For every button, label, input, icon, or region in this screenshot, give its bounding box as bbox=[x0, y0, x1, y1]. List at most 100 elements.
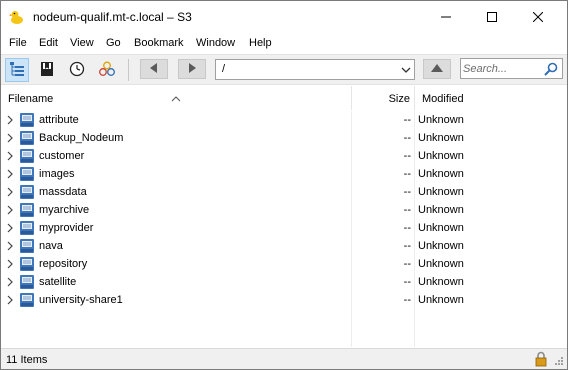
minimize-button[interactable] bbox=[423, 1, 469, 33]
file-size: -- bbox=[403, 186, 411, 198]
column-filename[interactable]: Filename bbox=[1, 86, 351, 110]
toolbar-separator bbox=[128, 59, 129, 81]
bonjour-button[interactable] bbox=[95, 58, 119, 82]
file-size: -- bbox=[403, 258, 411, 270]
search-icon[interactable] bbox=[544, 62, 558, 79]
table-row[interactable]: satellite -- Unknown bbox=[1, 273, 567, 291]
menu-bar: File Edit View Go Bookmark Window Help bbox=[1, 35, 567, 53]
forward-arrow-icon bbox=[187, 62, 197, 76]
bucket-folder-icon bbox=[19, 292, 35, 308]
chevron-right-icon[interactable] bbox=[5, 186, 15, 198]
file-size: -- bbox=[403, 222, 411, 234]
bucket-folder-icon bbox=[19, 256, 35, 272]
chevron-right-icon[interactable] bbox=[5, 222, 15, 234]
file-modified: Unknown bbox=[418, 186, 464, 198]
browser-view-button[interactable] bbox=[5, 58, 29, 82]
table-row[interactable]: Backup_Nodeum -- Unknown bbox=[1, 129, 567, 147]
file-size: -- bbox=[403, 204, 411, 216]
chevron-right-icon[interactable] bbox=[5, 258, 15, 270]
back-button[interactable] bbox=[140, 59, 168, 79]
file-modified: Unknown bbox=[418, 150, 464, 162]
chevron-right-icon[interactable] bbox=[5, 204, 15, 216]
resize-grip-icon[interactable] bbox=[554, 356, 564, 369]
toolbar: / bbox=[1, 54, 567, 85]
table-row[interactable]: images -- Unknown bbox=[1, 165, 567, 183]
chevron-down-icon bbox=[401, 65, 411, 77]
path-value: / bbox=[222, 63, 226, 75]
maximize-button[interactable] bbox=[469, 1, 515, 33]
window-title: nodeum-qualif.mt-c.local – S3 bbox=[33, 10, 192, 24]
lock-icon[interactable] bbox=[533, 351, 549, 370]
search-input[interactable] bbox=[463, 61, 541, 76]
item-count: 11 Items bbox=[6, 354, 48, 366]
chevron-right-icon[interactable] bbox=[5, 240, 15, 252]
file-name: attribute bbox=[39, 114, 79, 126]
title-bar[interactable]: nodeum-qualif.mt-c.local – S3 bbox=[1, 1, 567, 33]
file-modified: Unknown bbox=[418, 294, 464, 306]
chevron-right-icon[interactable] bbox=[5, 294, 15, 306]
menu-bookmark[interactable]: Bookmark bbox=[134, 37, 184, 49]
table-row[interactable]: customer -- Unknown bbox=[1, 147, 567, 165]
column-size-label: Size bbox=[388, 93, 410, 105]
table-row[interactable]: repository -- Unknown bbox=[1, 255, 567, 273]
column-modified[interactable]: Modified bbox=[415, 86, 567, 110]
bonjour-network-icon bbox=[98, 61, 116, 80]
table-row[interactable]: myarchive -- Unknown bbox=[1, 201, 567, 219]
chevron-right-icon[interactable] bbox=[5, 150, 15, 162]
up-arrow-icon bbox=[431, 63, 443, 76]
menu-view[interactable]: View bbox=[70, 37, 94, 49]
file-modified: Unknown bbox=[418, 240, 464, 252]
bookmark-book-icon bbox=[39, 61, 55, 80]
history-button[interactable] bbox=[65, 58, 89, 82]
clock-icon bbox=[69, 61, 85, 80]
bucket-folder-icon bbox=[19, 112, 35, 128]
chevron-right-icon[interactable] bbox=[5, 132, 15, 144]
column-filename-label: Filename bbox=[8, 93, 54, 105]
file-size: -- bbox=[403, 132, 411, 144]
bucket-folder-icon bbox=[19, 274, 35, 290]
file-name: university-share1 bbox=[39, 294, 123, 306]
bookmarks-button[interactable] bbox=[35, 58, 59, 82]
table-row[interactable]: university-share1 -- Unknown bbox=[1, 291, 567, 309]
file-modified: Unknown bbox=[418, 168, 464, 180]
table-row[interactable]: massdata -- Unknown bbox=[1, 183, 567, 201]
file-name: satellite bbox=[39, 276, 77, 288]
file-modified: Unknown bbox=[418, 204, 464, 216]
chevron-right-icon[interactable] bbox=[5, 168, 15, 180]
file-name: massdata bbox=[39, 186, 87, 198]
file-name: Backup_Nodeum bbox=[39, 132, 124, 144]
file-name: repository bbox=[39, 258, 88, 270]
chevron-right-icon[interactable] bbox=[5, 114, 15, 126]
file-list[interactable]: attribute -- Unknown Backup_Nodeum -- Unknown… bbox=[1, 111, 567, 347]
file-name: nava bbox=[39, 240, 63, 252]
menu-edit[interactable]: Edit bbox=[39, 37, 58, 49]
column-header: Filename Size Modified bbox=[1, 86, 567, 110]
menu-go[interactable]: Go bbox=[106, 37, 121, 49]
back-arrow-icon bbox=[149, 62, 159, 76]
table-row[interactable]: nava -- Unknown bbox=[1, 237, 567, 255]
search-field[interactable] bbox=[460, 58, 563, 79]
file-name: myarchive bbox=[39, 204, 90, 216]
close-button[interactable] bbox=[515, 1, 561, 33]
forward-button[interactable] bbox=[178, 59, 206, 79]
menu-help[interactable]: Help bbox=[249, 37, 272, 49]
file-size: -- bbox=[403, 294, 411, 306]
bucket-folder-icon bbox=[19, 202, 35, 218]
table-row[interactable]: attribute -- Unknown bbox=[1, 111, 567, 129]
parent-directory-button[interactable] bbox=[423, 59, 451, 79]
bucket-folder-icon bbox=[19, 148, 35, 164]
file-name: myprovider bbox=[39, 222, 94, 234]
menu-file[interactable]: File bbox=[9, 37, 27, 49]
bucket-folder-icon bbox=[19, 220, 35, 236]
chevron-right-icon[interactable] bbox=[5, 276, 15, 288]
path-selector[interactable]: / bbox=[215, 59, 415, 80]
menu-window[interactable]: Window bbox=[196, 37, 235, 49]
column-size[interactable]: Size bbox=[352, 86, 414, 110]
bucket-folder-icon bbox=[19, 166, 35, 182]
table-row[interactable]: myprovider -- Unknown bbox=[1, 219, 567, 237]
file-modified: Unknown bbox=[418, 222, 464, 234]
file-size: -- bbox=[403, 168, 411, 180]
column-modified-label: Modified bbox=[422, 93, 464, 105]
status-bar: 11 Items bbox=[1, 348, 567, 369]
bucket-folder-icon bbox=[19, 184, 35, 200]
